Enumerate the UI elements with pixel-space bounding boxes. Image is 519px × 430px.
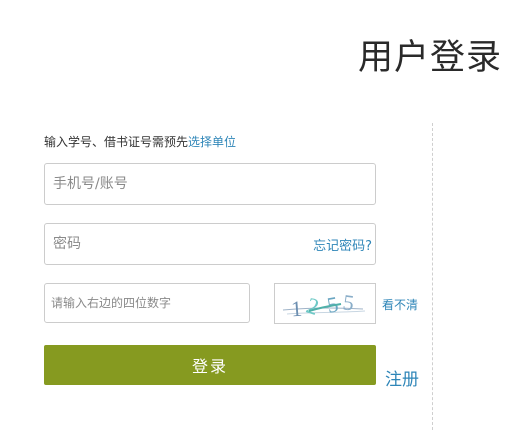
captcha-field[interactable] [44,283,250,323]
captcha-char-2: 2 [303,293,322,320]
captcha-char-1: 1 [290,296,303,322]
login-page: 用户登录 输入学号、借书证号需预先选择单位 忘记密码? 1 2 5 5 看不清 … [0,0,519,430]
login-hint: 输入学号、借书证号需预先选择单位 [44,134,236,150]
login-button[interactable]: 登录 [44,345,376,385]
captcha-input[interactable] [45,284,249,322]
vertical-divider [432,123,433,430]
password-field[interactable]: 忘记密码? [44,223,376,265]
account-input[interactable] [45,164,375,204]
forgot-password-link[interactable]: 忘记密码? [313,239,372,255]
captcha-image-icon: 1 2 5 5 [282,289,366,322]
register-link[interactable]: 注册 [385,369,419,391]
account-field[interactable] [44,163,376,205]
login-hint-text: 输入学号、借书证号需预先 [44,135,189,149]
refresh-captcha-link[interactable]: 看不清 [382,297,418,313]
captcha-image[interactable]: 1 2 5 5 [274,283,376,324]
select-unit-link[interactable]: 选择单位 [188,135,236,149]
page-title: 用户登录 [358,38,503,78]
